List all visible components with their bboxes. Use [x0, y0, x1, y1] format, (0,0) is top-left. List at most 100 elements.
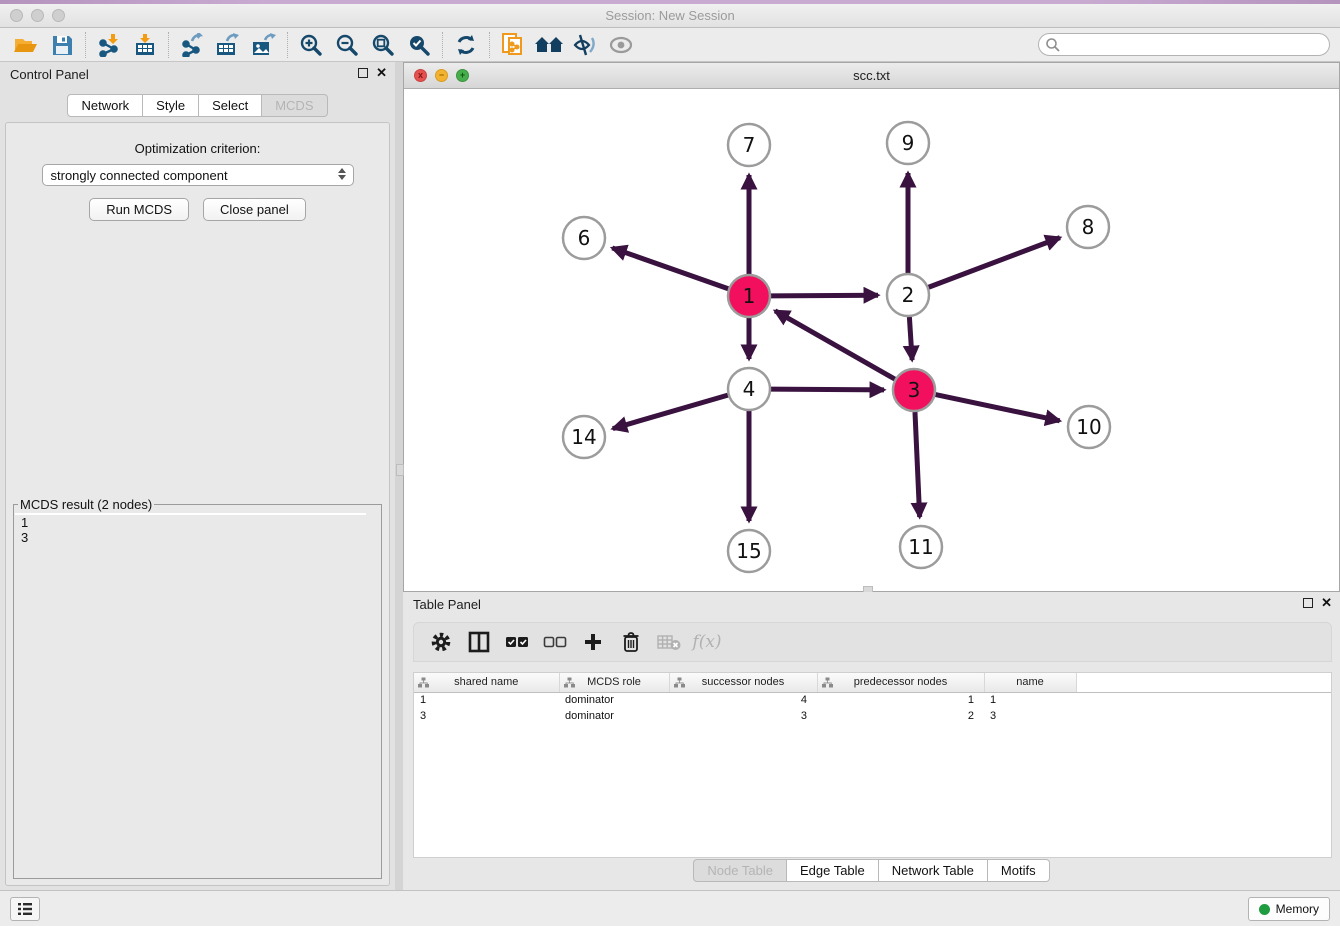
table-cell[interactable]: 2 [817, 708, 984, 724]
graph-node-4[interactable]: 4 [728, 368, 770, 410]
column-header-MCDS-role[interactable]: MCDS role [559, 673, 669, 692]
graph-edge-3-1[interactable] [775, 311, 895, 379]
home-level-icon[interactable] [531, 30, 567, 60]
main-toolbar [0, 28, 1340, 62]
float-panel-icon[interactable] [358, 68, 368, 78]
tab-mcds[interactable]: MCDS [262, 94, 327, 117]
function-builder-icon[interactable]: f(x) [690, 626, 724, 658]
network-maximize-icon[interactable]: + [456, 69, 469, 82]
optimization-criterion-label: Optimization criterion: [6, 141, 389, 156]
tab-select[interactable]: Select [199, 94, 262, 117]
column-header-predecessor-nodes[interactable]: predecessor nodes [817, 673, 984, 692]
hide-graphics-icon[interactable] [567, 30, 603, 60]
table-cell[interactable]: 4 [669, 692, 817, 708]
table-panel-title: Table Panel [413, 597, 481, 612]
new-network-from-selection-icon[interactable] [495, 30, 531, 60]
graph-edge-4-14[interactable] [613, 395, 728, 428]
table-cell[interactable]: 3 [414, 708, 559, 724]
svg-text:11: 11 [908, 535, 933, 559]
add-column-icon[interactable] [576, 626, 610, 658]
export-network-icon[interactable] [174, 30, 210, 60]
application-window: Session: New Session [0, 0, 1340, 926]
graph-edge-1-2[interactable] [771, 295, 878, 296]
graph-node-8[interactable]: 8 [1067, 206, 1109, 248]
task-history-button[interactable] [10, 897, 40, 921]
tab-node-table[interactable]: Node Table [693, 859, 787, 882]
maximize-window-icon[interactable] [52, 9, 65, 22]
tab-style[interactable]: Style [143, 94, 199, 117]
graph-node-11[interactable]: 11 [900, 526, 942, 568]
network-close-icon[interactable]: x [414, 69, 427, 82]
network-canvas[interactable]: 7 9 6 8 1 2 4 3 14 10 15 11 [404, 89, 1339, 591]
export-image-icon[interactable] [246, 30, 282, 60]
open-folder-icon[interactable] [8, 30, 44, 60]
float-table-panel-icon[interactable] [1303, 598, 1313, 608]
table-cell[interactable]: 1 [817, 692, 984, 708]
import-network-icon[interactable] [91, 30, 127, 60]
graph-node-6[interactable]: 6 [563, 217, 605, 259]
table-cell[interactable]: dominator [559, 708, 669, 724]
graph-node-2[interactable]: 2 [887, 274, 929, 316]
graph-node-1[interactable]: 1 [728, 275, 770, 317]
graph-edge-4-3[interactable] [771, 389, 884, 390]
unselect-all-icon[interactable] [538, 626, 572, 658]
tab-network-table[interactable]: Network Table [879, 859, 988, 882]
splitter-handle[interactable] [396, 464, 404, 476]
column-header-shared-name[interactable]: shared name [414, 673, 559, 692]
table-cell-filler [1076, 692, 1331, 708]
table-cell[interactable]: 1 [414, 692, 559, 708]
network-window-titlebar[interactable]: x − + scc.txt [404, 63, 1339, 89]
mcds-result-title: MCDS result (2 nodes) [18, 497, 154, 512]
node-table[interactable]: shared nameMCDS rolesuccessor nodesprede… [413, 672, 1332, 858]
memory-button[interactable]: Memory [1248, 897, 1330, 921]
split-columns-icon[interactable] [462, 626, 496, 658]
close-panel-icon[interactable]: ✕ [376, 67, 387, 79]
gear-icon[interactable] [424, 626, 458, 658]
table-cell[interactable]: dominator [559, 692, 669, 708]
table-cell[interactable]: 1 [984, 692, 1076, 708]
column-header-successor-nodes[interactable]: successor nodes [669, 673, 817, 692]
tab-edge-table[interactable]: Edge Table [787, 859, 879, 882]
table-cell[interactable]: 3 [669, 708, 817, 724]
graph-edge-2-8[interactable] [929, 238, 1060, 288]
table-cell[interactable]: 3 [984, 708, 1076, 724]
delete-table-icon[interactable] [652, 626, 686, 658]
graph-node-9[interactable]: 9 [887, 122, 929, 164]
search-field[interactable] [1038, 33, 1330, 56]
graph-edge-3-11[interactable] [915, 412, 920, 517]
graph-edge-1-6[interactable] [612, 248, 728, 289]
zoom-in-icon[interactable] [293, 30, 329, 60]
mcds-result-text[interactable]: 1 3 [15, 513, 366, 515]
graph-edge-2-3[interactable] [909, 317, 912, 360]
graph-node-15[interactable]: 15 [728, 530, 770, 572]
close-window-icon[interactable] [10, 9, 23, 22]
show-graphics-icon[interactable] [603, 30, 639, 60]
tab-motifs[interactable]: Motifs [988, 859, 1050, 882]
trash-icon[interactable] [614, 626, 648, 658]
graph-node-3[interactable]: 3 [893, 369, 935, 411]
table-row[interactable]: 3dominator323 [414, 708, 1331, 724]
close-table-panel-icon[interactable]: ✕ [1321, 597, 1332, 609]
zoom-selected-icon[interactable] [401, 30, 437, 60]
select-all-icon[interactable] [500, 626, 534, 658]
minimize-window-icon[interactable] [31, 9, 44, 22]
graph-node-10[interactable]: 10 [1068, 406, 1110, 448]
zoom-out-icon[interactable] [329, 30, 365, 60]
criterion-select[interactable]: strongly connected component [42, 164, 354, 186]
graph-node-7[interactable]: 7 [728, 124, 770, 166]
network-minimize-icon[interactable]: − [435, 69, 448, 82]
run-mcds-button[interactable]: Run MCDS [89, 198, 189, 221]
save-icon[interactable] [44, 30, 80, 60]
column-header-name[interactable]: name [984, 673, 1076, 692]
export-table-icon[interactable] [210, 30, 246, 60]
refresh-layout-icon[interactable] [448, 30, 484, 60]
titlebar[interactable]: Session: New Session [0, 4, 1340, 28]
search-input[interactable] [1061, 36, 1329, 54]
table-row[interactable]: 1dominator411 [414, 692, 1331, 708]
import-table-icon[interactable] [127, 30, 163, 60]
tab-network[interactable]: Network [67, 94, 143, 117]
zoom-fit-icon[interactable] [365, 30, 401, 60]
graph-edge-3-10[interactable] [936, 395, 1060, 421]
graph-node-14[interactable]: 14 [563, 416, 605, 458]
close-panel-button[interactable]: Close panel [203, 198, 306, 221]
